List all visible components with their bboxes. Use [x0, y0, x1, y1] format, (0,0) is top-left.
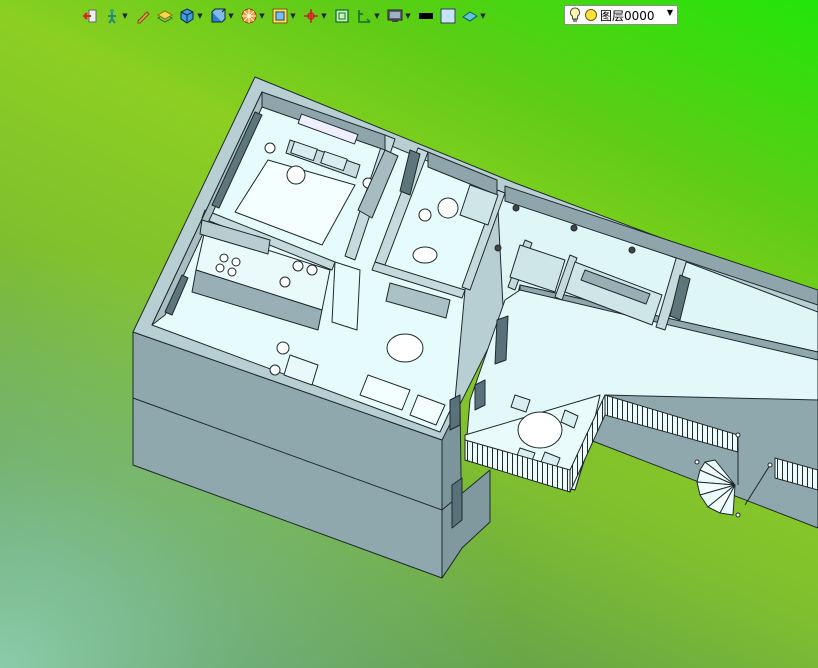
round-table — [386, 333, 424, 363]
box-view-icon — [211, 8, 226, 23]
chevron-down-icon[interactable]: ▼ — [289, 12, 297, 20]
facade-window-1 — [449, 394, 461, 431]
rectangle-select-icon — [335, 9, 349, 23]
rectangle-select-button[interactable] — [334, 5, 350, 27]
figure-icon — [108, 9, 116, 24]
layer-name: 图层0000 — [600, 8, 655, 23]
dining-chair — [276, 341, 290, 355]
layer-stack-button[interactable] — [157, 5, 173, 27]
dining-chair-2 — [269, 364, 281, 376]
house-3d-model[interactable] — [0, 0, 818, 668]
fill-color-button[interactable] — [440, 5, 456, 27]
lightbulb-icon[interactable] — [569, 7, 581, 23]
chevron-down-icon[interactable]: ▼ — [404, 12, 412, 20]
monitor-button[interactable]: ▼ — [387, 5, 412, 27]
chevron-down-icon[interactable]: ▼ — [258, 12, 266, 20]
sink-bowl — [279, 276, 291, 288]
chevron-down-icon[interactable]: ▼ — [121, 12, 129, 20]
exit-icon — [82, 9, 97, 23]
stove-burner-2 — [231, 257, 241, 267]
ceiling-light-4 — [494, 244, 502, 252]
chevron-down-icon[interactable]: ▼ — [667, 8, 673, 17]
facade-window-2 — [474, 379, 486, 411]
dimension-button[interactable]: ▼ — [356, 5, 381, 27]
chevron-down-icon[interactable]: ▼ — [196, 12, 204, 20]
cube-icon — [180, 8, 194, 24]
bed-rug-circle — [286, 165, 306, 185]
chevron-down-icon[interactable]: ▼ — [479, 12, 487, 20]
balcony-table — [517, 411, 563, 449]
fill-color-icon — [440, 8, 456, 24]
washbasin-2 — [418, 208, 432, 222]
layer-stack-icon — [157, 10, 173, 23]
line-weight-icon — [419, 13, 433, 19]
ceiling-light-1 — [512, 204, 520, 212]
toilet — [412, 246, 438, 264]
toolbar: ▼ ▼ ▼ ▼ ▼ ▼ ▼ ▼ ▼ — [82, 4, 487, 28]
figure-button[interactable]: ▼ — [104, 5, 129, 27]
zoom-frame-icon — [272, 8, 288, 24]
sink-bowl-3 — [306, 264, 318, 276]
line-weight-button[interactable] — [418, 5, 434, 27]
monitor-icon — [387, 9, 403, 22]
stove-burner-1 — [219, 253, 229, 263]
ceiling-light-2 — [570, 224, 578, 232]
washbasin — [437, 197, 459, 219]
axis-cross-icon — [304, 9, 318, 23]
stove-burner-3 — [215, 263, 225, 273]
zoom-frame-button[interactable]: ▼ — [272, 5, 297, 27]
wing-window-1 — [494, 315, 509, 365]
plane-button[interactable]: ▼ — [462, 5, 487, 27]
orbit-button[interactable]: ▼ — [241, 5, 266, 27]
stove-burner-4 — [227, 267, 237, 277]
cube-button[interactable]: ▼ — [179, 5, 204, 27]
facade-window-3 — [451, 477, 463, 529]
chevron-down-icon[interactable]: ▼ — [373, 12, 381, 20]
pencil-button[interactable] — [135, 5, 151, 27]
box-view-button[interactable]: ▼ — [210, 5, 235, 27]
pencil-icon — [137, 11, 150, 24]
3d-viewport[interactable]: ▼ ▼ ▼ ▼ ▼ ▼ ▼ ▼ ▼ 图层0000 ▼ — [0, 0, 818, 668]
chevron-down-icon[interactable]: ▼ — [320, 12, 328, 20]
dimension-icon — [358, 10, 371, 23]
sink-bowl-2 — [292, 260, 304, 272]
plane-icon — [462, 11, 478, 22]
axis-button[interactable]: ▼ — [303, 5, 328, 27]
nightstand-lamp-1 — [264, 142, 276, 154]
chevron-down-icon[interactable]: ▼ — [227, 12, 235, 20]
layer-dropdown[interactable]: 图层0000 ▼ — [564, 5, 678, 25]
ceiling-light-3 — [628, 246, 636, 254]
sun-icon[interactable] — [584, 8, 598, 22]
orbit-wheel-icon — [241, 8, 257, 24]
exit-button[interactable] — [82, 5, 98, 27]
